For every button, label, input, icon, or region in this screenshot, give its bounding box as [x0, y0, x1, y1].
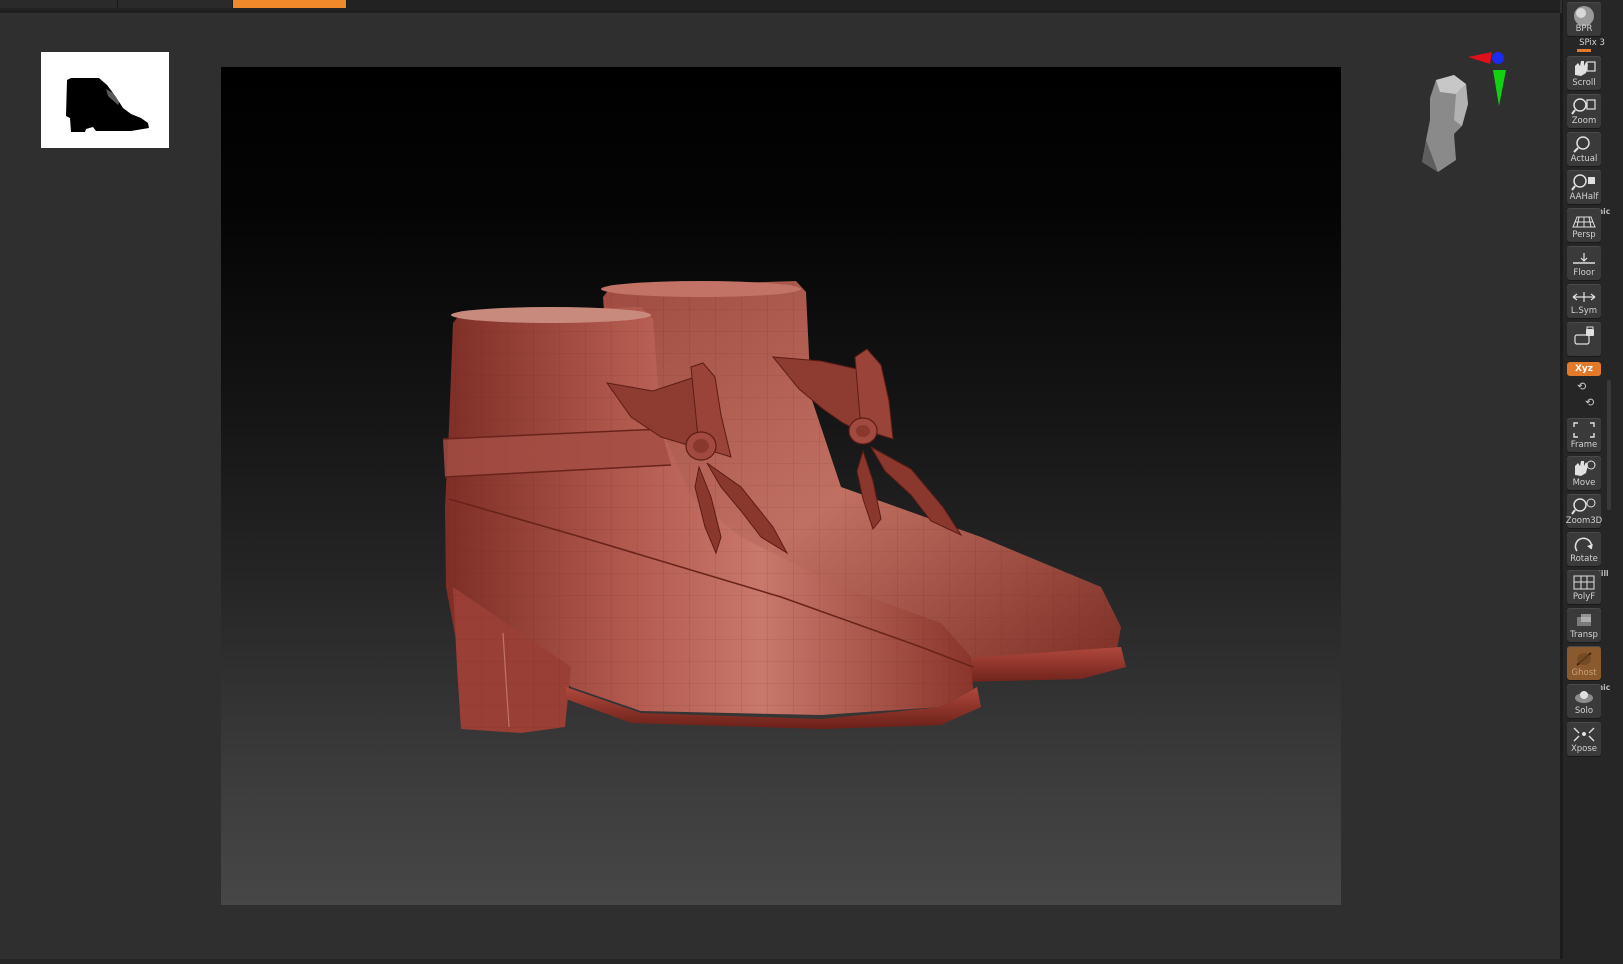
- persp-button[interactable]: Persp: [1567, 208, 1601, 242]
- ghost-icon: [1576, 652, 1592, 666]
- boot-silhouette-icon: [66, 78, 149, 132]
- floor-button[interactable]: Floor: [1567, 246, 1601, 280]
- zoom3d-button[interactable]: Zoom3D: [1566, 494, 1602, 528]
- spix-slider[interactable]: [1577, 49, 1591, 52]
- magnifier-icon: [1571, 174, 1595, 191]
- boots-model: [442, 281, 1126, 733]
- y-rotation-icon[interactable]: ⟲: [1577, 380, 1586, 393]
- transparency-icon: [1577, 614, 1591, 626]
- magnifier-icon: [1573, 136, 1590, 153]
- hand-icon: [1575, 61, 1596, 76]
- frame-icon: [1573, 422, 1595, 438]
- hand-icon: [1575, 460, 1596, 476]
- gizmo-x-axis: [1468, 52, 1492, 64]
- frame-button[interactable]: Frame: [1567, 418, 1601, 452]
- camera-lock-button[interactable]: [1567, 322, 1601, 356]
- orientation-gizmo[interactable]: [1410, 50, 1528, 180]
- top-tab-1[interactable]: [0, 0, 118, 8]
- zoom3d-label: Zoom3D: [1565, 516, 1603, 526]
- frame-label: Frame: [1570, 440, 1598, 450]
- solo-icon: [1575, 691, 1593, 703]
- gizmo-z-axis: [1492, 52, 1504, 64]
- scroll-button[interactable]: Scroll: [1567, 56, 1601, 90]
- perspective-grid-icon: [1572, 216, 1596, 228]
- right-shelf: BPR SPix 3 Scroll Zoom Actual AAHalf Dyn…: [1562, 0, 1623, 964]
- rotate-icon: [1574, 537, 1593, 552]
- move-button[interactable]: Move: [1567, 456, 1601, 490]
- zoom-button[interactable]: Zoom: [1567, 94, 1601, 128]
- xpose-button[interactable]: Xpose: [1567, 722, 1601, 756]
- bottom-edge: [0, 959, 1623, 964]
- lsym-label: L.Sym: [1570, 306, 1598, 316]
- polyf-button[interactable]: PolyF: [1567, 570, 1601, 604]
- camera-lock-icon: [1574, 326, 1594, 345]
- aahalf-label: AAHalf: [1569, 192, 1599, 202]
- zoom-label: Zoom: [1571, 116, 1597, 126]
- spix-label[interactable]: SPix 3: [1563, 38, 1621, 48]
- rotate-button[interactable]: Rotate: [1567, 532, 1601, 566]
- transp-label: Transp: [1570, 630, 1598, 640]
- symmetry-arrows-icon: [1572, 292, 1596, 302]
- rotate-label: Rotate: [1570, 554, 1598, 564]
- actual-label: Actual: [1570, 154, 1598, 164]
- magnifier-icon: [1571, 498, 1596, 515]
- head-gizmo-icon: [1422, 52, 1506, 172]
- aahalf-button[interactable]: AAHalf: [1567, 170, 1601, 204]
- persp-label: Persp: [1572, 230, 1596, 240]
- floor-icon: [1573, 253, 1595, 264]
- polyframe-icon: [1573, 575, 1595, 590]
- tray-scrollbar[interactable]: [1607, 380, 1611, 510]
- 3d-viewport[interactable]: [221, 67, 1341, 905]
- solo-button[interactable]: Solo: [1567, 684, 1601, 718]
- floor-label: Floor: [1573, 268, 1595, 278]
- polyf-label: PolyF: [1572, 592, 1596, 602]
- top-tab-active[interactable]: [233, 0, 347, 8]
- z-rotation-icon[interactable]: ⟲: [1585, 396, 1594, 409]
- top-tab-bar: [0, 0, 1560, 10]
- top-tab-2[interactable]: [118, 0, 233, 8]
- solo-label: Solo: [1574, 706, 1594, 716]
- lsym-button[interactable]: L.Sym: [1567, 284, 1601, 318]
- ghost-button[interactable]: Ghost: [1567, 646, 1601, 680]
- transp-button[interactable]: Transp: [1567, 608, 1601, 642]
- xpose-label: Xpose: [1570, 744, 1598, 754]
- move-label: Move: [1572, 478, 1596, 488]
- actual-button[interactable]: Actual: [1567, 132, 1601, 166]
- xyz-rotation-button[interactable]: Xyz: [1567, 362, 1601, 376]
- gizmo-y-axis: [1493, 70, 1506, 106]
- model-thumbnail[interactable]: [41, 52, 169, 148]
- bpr-button[interactable]: BPR: [1567, 2, 1601, 36]
- magnifier-icon: [1571, 98, 1596, 115]
- scroll-label: Scroll: [1572, 78, 1596, 88]
- ghost-label: Ghost: [1571, 668, 1597, 678]
- bpr-label: BPR: [1575, 24, 1593, 34]
- xpose-icon: [1573, 727, 1595, 742]
